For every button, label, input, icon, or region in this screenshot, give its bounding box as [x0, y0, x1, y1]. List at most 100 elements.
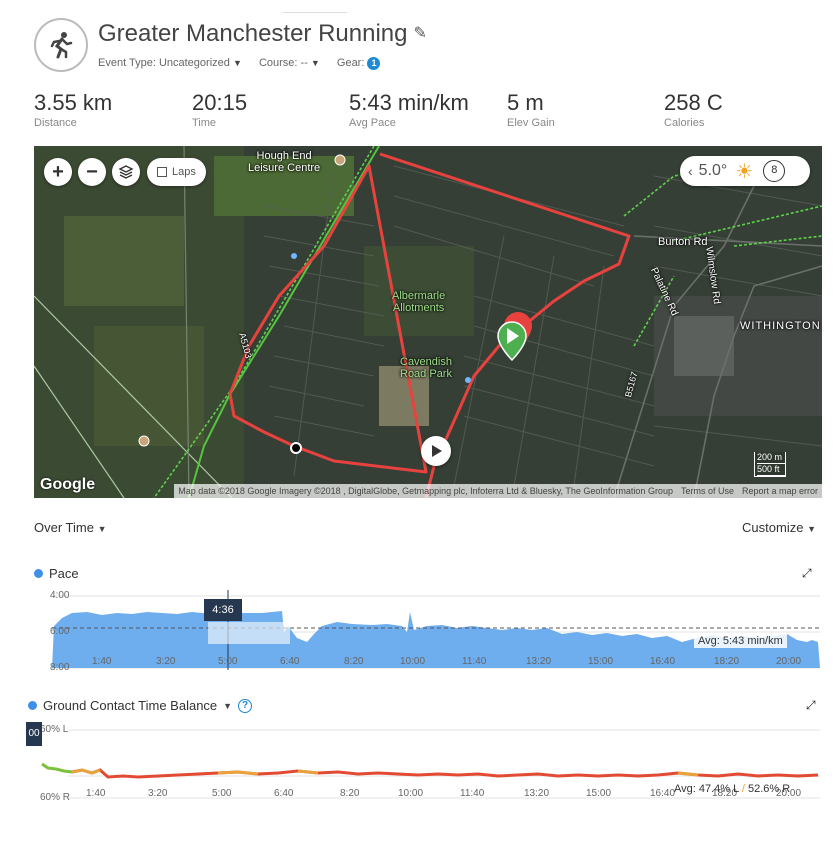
x-tick: 20:00 — [776, 656, 802, 667]
customize-dropdown[interactable]: Customize ▼ — [742, 520, 816, 535]
weather-widget: ‹ 5.0° ☀ 8 — [680, 156, 810, 186]
play-icon — [432, 445, 442, 457]
stat-value: 20:15 — [192, 90, 248, 115]
map-label-cavendish: Cavendish Road Park — [400, 356, 452, 380]
course-dropdown[interactable]: Course: -- ▼ — [259, 57, 320, 69]
gear-count-badge: 1 — [367, 57, 381, 70]
route-map[interactable]: + − Laps ‹ 5.0° ☀ 8 Hough End Leisure Ce… — [34, 146, 822, 498]
x-tick: 11:40 — [460, 788, 485, 799]
stat-label: Elev Gain — [507, 117, 555, 129]
expand-icon[interactable]: ⤢ — [806, 698, 816, 713]
edit-pencil-icon[interactable]: ✎ — [414, 23, 427, 43]
scale-metric: 200 m — [757, 452, 785, 464]
stat-label: Calories — [664, 117, 705, 129]
gct-line-mid — [297, 769, 319, 775]
map-attribution: Map data ©2018 Google Imagery ©2018 , Di… — [174, 484, 822, 498]
gear-dropdown[interactable]: Gear: 1 — [337, 57, 381, 70]
stat-label: Distance — [34, 117, 77, 129]
gct-line-mid — [217, 770, 259, 776]
laps-checkbox[interactable] — [157, 167, 167, 177]
caret-down-icon: ▼ — [232, 58, 242, 68]
x-tick: 1:40 — [92, 656, 112, 667]
caret-down-icon: ▼ — [223, 700, 233, 711]
laps-toggle[interactable]: Laps — [147, 158, 206, 186]
legend-dot — [28, 701, 37, 710]
terms-link[interactable]: Terms of Use — [677, 486, 738, 496]
laps-label: Laps — [172, 166, 196, 178]
help-icon[interactable]: ? — [238, 698, 253, 713]
pace-title-text: Pace — [49, 566, 79, 581]
scale-imperial: 500 ft — [757, 464, 785, 476]
gct-tooltip: 00 — [26, 722, 42, 746]
over-time-label: Over Time — [34, 520, 94, 535]
stat-time: 20:15 Time — [192, 90, 247, 129]
x-tick: 3:20 — [148, 788, 168, 799]
play-route-button[interactable] — [421, 436, 451, 466]
gct-chart[interactable]: 60% L 60% R 1:40 3:20 5:00 6:40 8:20 10:… — [26, 722, 820, 812]
caret-down-icon: ▼ — [310, 58, 320, 68]
y-axis-label: 6:00 — [50, 626, 70, 637]
attribution-text: Map data ©2018 Google Imagery ©2018 , Di… — [178, 486, 673, 496]
caret-down-icon: ▼ — [807, 524, 816, 534]
map-scale: 200 m 500 ft — [754, 452, 786, 477]
pace-chart[interactable]: 4:00 6:00 8:00 1:40 3:20 5:00 6:40 8:20 … — [50, 590, 820, 673]
map-label-withington: WITHINGTON — [740, 320, 821, 332]
map-label-burton: Burton Rd — [658, 236, 708, 248]
stat-value: 5:43 min/km — [349, 90, 469, 115]
x-tick: 15:00 — [588, 656, 614, 667]
map-label-text: Cavendish Road Park — [400, 356, 452, 381]
map-label-hough-end: Hough End Leisure Centre — [248, 150, 320, 174]
x-tick: 8:20 — [340, 788, 360, 799]
zoom-out-button[interactable]: − — [78, 158, 106, 186]
x-tick: 5:00 — [218, 656, 238, 667]
event-type-label: Event Type: Uncategorized — [98, 57, 230, 69]
y-axis-label: 8:00 — [50, 662, 70, 673]
x-tick: 6:40 — [274, 788, 294, 799]
x-tick: 15:00 — [586, 788, 612, 799]
gct-line-mid — [71, 768, 101, 775]
x-tick: 11:40 — [462, 656, 487, 667]
over-time-dropdown[interactable]: Over Time ▼ — [34, 520, 107, 535]
x-tick: 10:00 — [398, 788, 424, 799]
gct-chart-title[interactable]: Ground Contact Time Balance ▼ ? — [28, 698, 253, 713]
x-tick: 3:20 — [156, 656, 176, 667]
y-axis-label: 60% R — [40, 792, 71, 803]
running-person-icon — [34, 18, 88, 72]
wind-speed: 8 — [763, 160, 786, 182]
stat-calories: 258 C Calories — [664, 90, 723, 129]
top-divider — [283, 12, 347, 13]
x-tick: 8:20 — [344, 656, 364, 667]
layers-button[interactable] — [112, 158, 140, 186]
hover-box — [208, 622, 290, 644]
gct-chart-plot — [41, 729, 820, 799]
stat-label: Time — [192, 117, 217, 129]
pace-chart-title: Pace — [34, 566, 79, 581]
stat-label: Avg Pace — [349, 117, 396, 129]
course-label: Course: -- — [258, 57, 308, 69]
zoom-in-button[interactable]: + — [44, 158, 72, 186]
gct-line-start — [41, 762, 73, 774]
x-tick: 13:20 — [524, 788, 550, 799]
event-type-dropdown[interactable]: Event Type: Uncategorized ▼ — [98, 57, 242, 69]
stat-value: 3.55 km — [34, 90, 113, 115]
gct-avg-label: Avg: 47.4% L / 52.6% R — [670, 782, 794, 796]
report-error-link[interactable]: Report a map error — [738, 486, 822, 496]
gct-avg-right: 52.6% R — [748, 783, 791, 795]
chevron-left-icon[interactable]: ‹ — [688, 163, 693, 179]
expand-icon[interactable]: ⤢ — [802, 566, 812, 581]
gct-line-mid — [677, 771, 699, 777]
x-tick: 5:00 — [212, 788, 232, 799]
activity-title: Greater Manchester Running ✎ — [98, 20, 427, 48]
activity-title-text: Greater Manchester Running — [98, 20, 408, 47]
map-label-albermarle: Albermarle Allotments — [392, 290, 445, 314]
x-tick: 1:40 — [86, 788, 106, 799]
x-tick: 10:00 — [400, 656, 426, 667]
y-axis-label: 4:00 — [50, 590, 70, 601]
map-label-text: Hough End Leisure Centre — [248, 150, 321, 175]
stat-value: 5 m — [507, 90, 544, 115]
customize-label: Customize — [742, 520, 804, 535]
gct-avg-sep: / — [741, 783, 745, 795]
x-tick: 16:40 — [650, 656, 676, 667]
x-tick: 6:40 — [280, 656, 300, 667]
google-logo: Google — [40, 476, 96, 493]
